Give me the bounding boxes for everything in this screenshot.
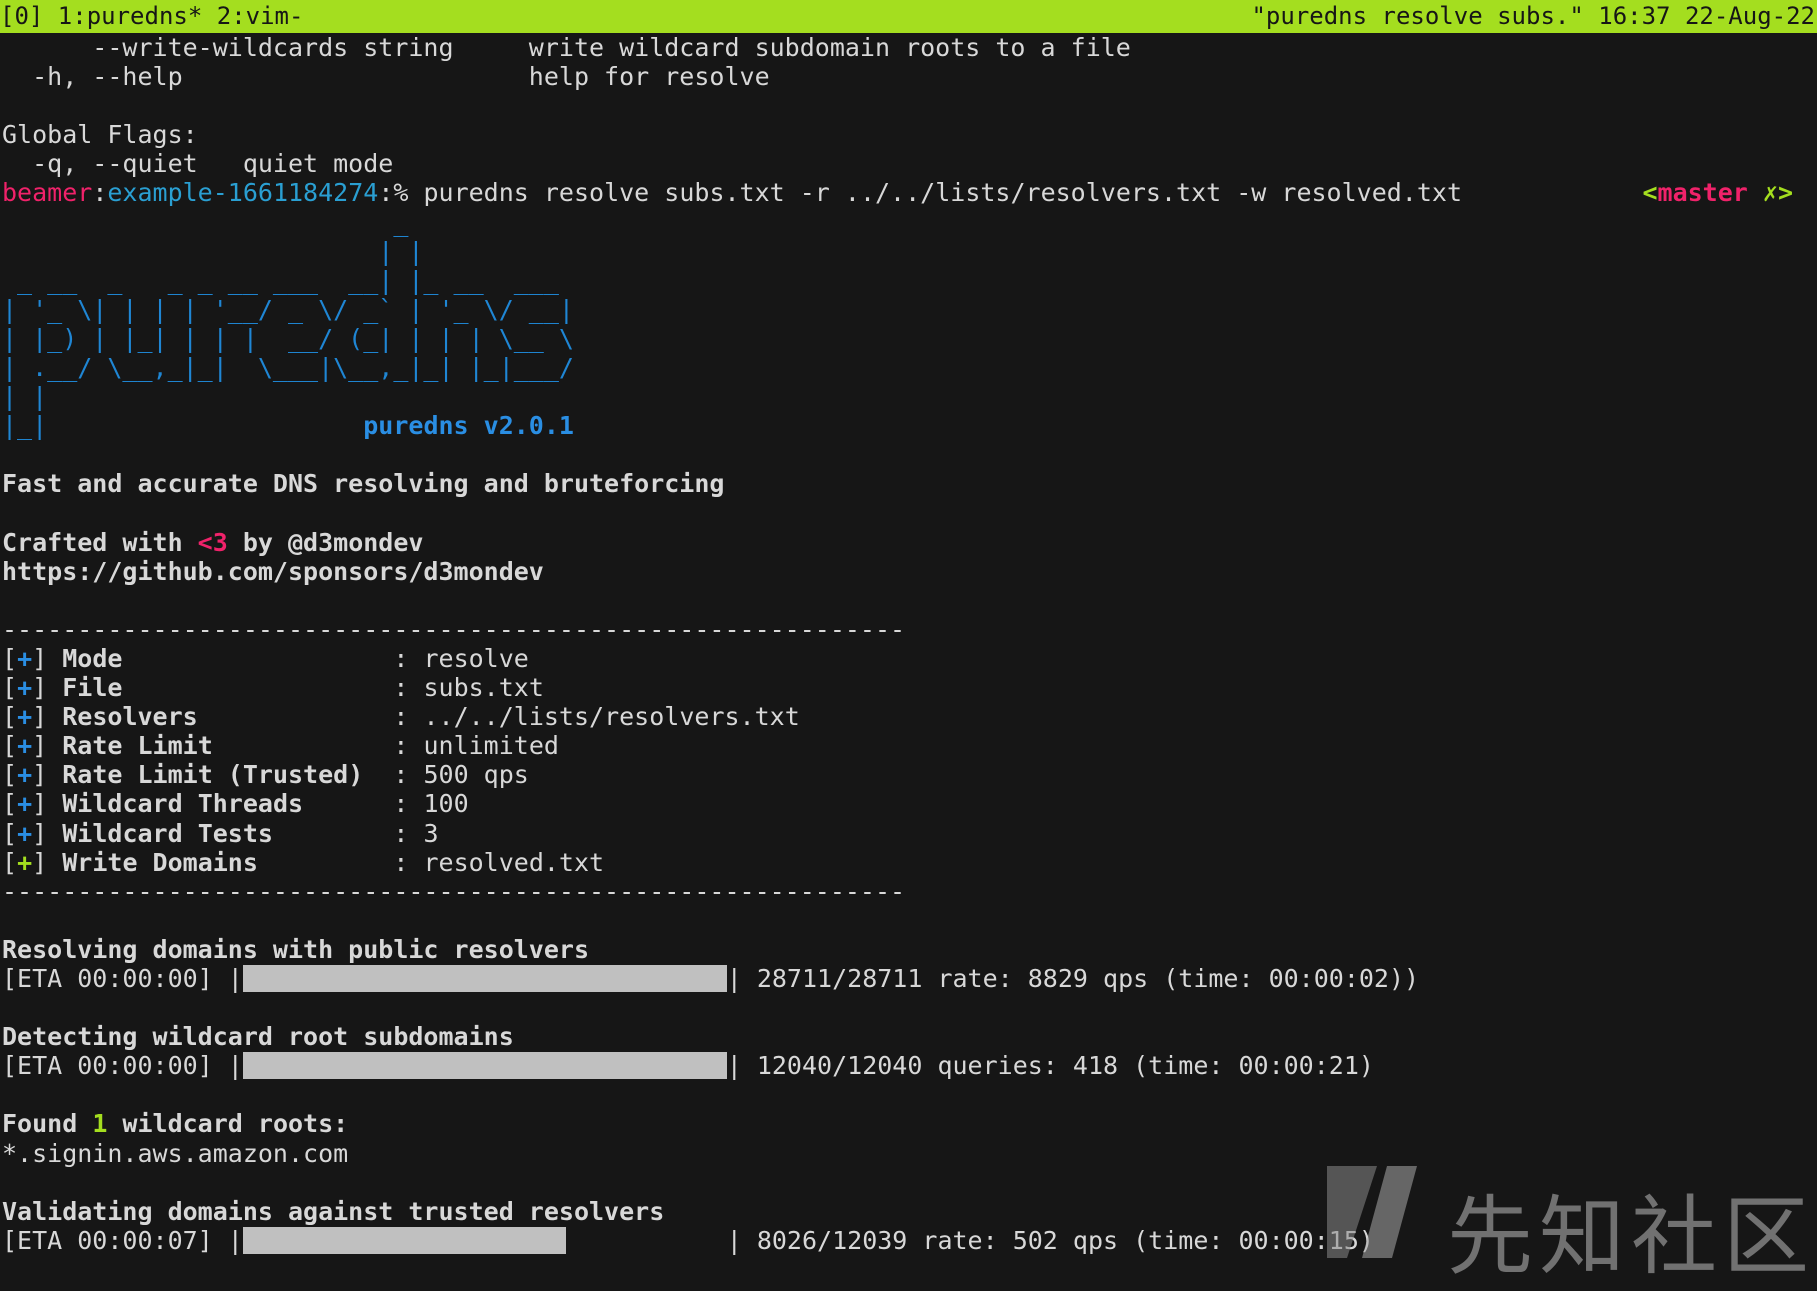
plus-icon: + — [17, 702, 33, 732]
config-value: resolved.txt — [423, 847, 605, 877]
tmux-status-bar: [0] 1:puredns* 2:vim- "puredns resolve s… — [0, 0, 1817, 33]
prompt-directory: example-1661184274 — [107, 178, 379, 208]
config-row: [+] Rate Limit (Trusted) : 500 qps — [2, 760, 529, 790]
config-value: 500 qps — [423, 760, 529, 790]
banner-art-line: | .__/ \__,_|_| \___|\__,_|_| |_|___/ — [2, 353, 574, 383]
banner-art-line: | | — [2, 382, 48, 412]
progress-stats: 8026/12039 rate: 502 qps (time: 00:00:15… — [741, 1225, 1374, 1255]
tmux-window-list[interactable]: [0] 1:puredns* 2:vim- — [0, 0, 303, 33]
config-value: resolve — [423, 643, 529, 673]
progress-bar — [242, 1226, 727, 1255]
config-row: [+] Wildcard Threads : 100 — [2, 789, 469, 819]
progress-fill — [242, 1052, 727, 1080]
progress-line: [ETA 00:00:00] | | 28711/28711 rate: 8829… — [2, 964, 1420, 993]
watermark-logo: 先知社区 — [1317, 1158, 1809, 1287]
config-value: ../../lists/resolvers.txt — [423, 702, 800, 732]
config-key: Wildcard Tests — [62, 818, 379, 848]
config-key: Rate Limit (Trusted) — [62, 760, 379, 790]
config-key: Resolvers — [62, 702, 379, 732]
config-row: [+] Resolvers : ../../lists/resolvers.tx… — [2, 702, 800, 732]
plus-icon: + — [17, 847, 33, 877]
eta-text: [ETA 00:00:00] — [2, 1051, 228, 1081]
config-key: Mode — [62, 643, 379, 673]
help-line — [2, 91, 1815, 120]
plus-icon: + — [17, 789, 33, 819]
banner-art-line: _ — [2, 207, 409, 237]
found-count: 1 — [92, 1109, 108, 1139]
branch-status: ✗> — [1747, 178, 1793, 208]
shell-prompt-line: beamer:example-1661184274:% puredns reso… — [2, 178, 1815, 207]
watermark-icon — [1327, 1166, 1417, 1258]
banner-version-line: |_| puredns v2.0.1 — [2, 411, 1815, 440]
terminal-output[interactable]: --write-wildcards string write wildcard … — [2, 33, 1815, 1255]
banner-version: puredns v2.0.1 — [363, 411, 574, 441]
config-value: unlimited — [423, 731, 559, 761]
progress-fill — [242, 1226, 566, 1254]
plus-icon: + — [17, 818, 33, 848]
progress-stats: 12040/12040 queries: 418 (time: 00:00:21… — [741, 1051, 1374, 1081]
separator-line: ----------------------------------------… — [2, 614, 906, 644]
config-row: [+] Wildcard Tests : 3 — [2, 818, 439, 848]
config-list: [+] Mode : resolve [+] File : subs.txt [… — [2, 644, 1815, 877]
found-line: Found 1 wildcard roots: — [2, 1109, 349, 1139]
config-value: 3 — [423, 818, 439, 848]
banner-art-line: | |_) | |_| | | | __/ (_| | | | \__ \ — [2, 323, 574, 353]
plus-icon: + — [17, 673, 33, 703]
banner-crafted-line: Crafted with <3 by @d3mondev — [2, 527, 424, 557]
watermark-text: 先知社区 — [1447, 1187, 1815, 1287]
phase-title: Detecting wildcard root subdomains — [2, 1022, 514, 1052]
help-line: -q, --quiet quiet mode — [2, 149, 394, 179]
prompt-sep: : — [92, 178, 108, 208]
eta-text: [ETA 00:00:00] — [2, 964, 228, 993]
progress-stats: 28711/28711 rate: 8829 qps (time: 00:00:… — [741, 964, 1420, 993]
config-key: File — [62, 673, 379, 703]
banner-art-line: |_| — [2, 411, 364, 441]
config-row: [+] Write Domains : resolved.txt — [2, 847, 605, 877]
branch-open: < — [1642, 178, 1658, 208]
git-branch-indicator: <master ✗> — [1642, 178, 1793, 207]
config-key: Write Domains — [62, 847, 379, 877]
progress-fill — [242, 965, 727, 992]
eta-text: [ETA 00:00:07] — [2, 1225, 228, 1255]
prompt-symbol: :% — [378, 178, 424, 208]
plus-icon: + — [17, 643, 33, 673]
phase-title: Resolving domains with public resolvers — [2, 934, 589, 964]
config-row: [+] File : subs.txt — [2, 673, 544, 703]
heart-text: <3 — [197, 527, 228, 557]
separator-line: ----------------------------------------… — [2, 876, 906, 906]
config-key: Rate Limit — [62, 731, 379, 761]
banner-art-line: _ __ _ _ _ __ ___ __| |_ __ ___ — [2, 265, 559, 295]
prompt-command: puredns resolve subs.txt -r ../../lists/… — [423, 178, 1463, 208]
banner-art-line: | | — [2, 236, 424, 266]
plus-icon: + — [17, 731, 33, 761]
help-line: -h, --help help for resolve — [2, 62, 770, 92]
progress-bar — [242, 1051, 727, 1080]
plus-icon: + — [17, 760, 33, 790]
banner-art-line: | '_ \| | | | '__/ _ \/ _` | '_ \/ __| — [2, 294, 574, 324]
prompt-user: beamer — [2, 178, 93, 208]
config-value: 100 — [423, 789, 469, 819]
progress-line: [ETA 00:00:00] | | 12040/12040 queries: 4… — [2, 1051, 1374, 1081]
config-row: [+] Rate Limit : unlimited — [2, 731, 559, 761]
tmux-status-right: "puredns resolve subs." 16:37 22-Aug-22 — [1251, 2, 1815, 30]
help-line: --write-wildcards string write wildcard … — [2, 33, 1131, 62]
sponsor-url[interactable]: https://github.com/sponsors/d3mondev — [2, 557, 1815, 586]
config-key: Wildcard Threads — [62, 789, 379, 819]
banner-tagline: Fast and accurate DNS resolving and brut… — [2, 469, 725, 499]
branch-name: master — [1657, 178, 1748, 208]
progress-bar — [242, 964, 727, 993]
config-row: [+] Mode : resolve — [2, 643, 529, 673]
help-line: Global Flags: — [2, 120, 198, 150]
config-value: subs.txt — [423, 673, 544, 703]
